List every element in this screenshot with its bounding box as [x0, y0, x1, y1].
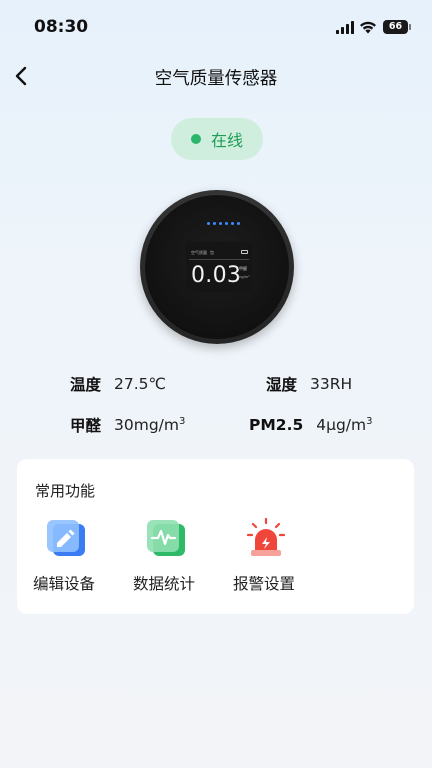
alarm-settings-label: 报警设置 — [233, 575, 296, 593]
data-statistics-button[interactable]: 数据统计 — [133, 517, 213, 601]
reading-label: 甲醛 — [70, 417, 102, 435]
device-screen-value: 0.03 — [191, 263, 242, 288]
battery-level: 66 — [383, 20, 408, 34]
reading-value: 4μg/m3 — [316, 416, 373, 434]
online-status-label: 在线 — [210, 131, 243, 150]
status-bar: 08:30 66 — [0, 0, 432, 52]
reading-value: 27.5℃ — [114, 375, 166, 393]
online-status-badge: 在线 — [171, 118, 263, 160]
alarm-settings-button[interactable]: 报警设置 — [233, 517, 313, 601]
edit-device-button[interactable]: 编辑设备 — [33, 517, 113, 601]
reading-value: 33RH — [310, 375, 353, 393]
device-face: 空气质量 包 0.03 甲醛 mg/m³ — [145, 195, 289, 339]
reading-label: 湿度 — [266, 376, 298, 394]
device-indicator-leds — [207, 222, 240, 225]
reading-temperature: 温度 27.5℃ — [70, 372, 166, 396]
reading-value: 30mg/m3 — [114, 416, 186, 434]
reading-label: PM2.5 — [249, 416, 304, 434]
device-screen-divider — [189, 259, 249, 260]
common-functions-card: 常用功能 编辑设备 数据统计 报警设置 — [17, 459, 414, 614]
status-dot-icon — [190, 134, 201, 144]
status-time: 08:30 — [34, 17, 89, 37]
battery-tip — [409, 24, 411, 30]
data-statistics-label: 数据统计 — [133, 575, 196, 593]
data-statistics-icon — [147, 520, 185, 556]
battery-indicator: 66 — [383, 20, 411, 34]
reading-label: 温度 — [70, 376, 102, 394]
edit-device-icon — [47, 520, 85, 556]
cellular-signal-icon — [336, 21, 354, 34]
reading-humidity: 湿度 33RH — [266, 372, 352, 396]
common-functions-title: 常用功能 — [35, 482, 96, 500]
device-screen-battery-icon — [241, 250, 248, 254]
device-screen-unit-label: 甲醛 — [239, 266, 247, 271]
nav-bar: 空气质量传感器 — [0, 52, 432, 100]
device-screen: 空气质量 包 0.03 甲醛 mg/m³ — [186, 242, 252, 292]
sensor-device-image: 空气质量 包 0.03 甲醛 mg/m³ — [140, 190, 294, 344]
page-title: 空气质量传感器 — [154, 69, 278, 89]
reading-formaldehyde: 甲醛 30mg/m3 — [70, 413, 185, 437]
device-screen-header: 空气质量 — [191, 250, 207, 255]
edit-device-label: 编辑设备 — [33, 575, 96, 593]
reading-pm25: PM2.5 4μg/m3 — [249, 413, 373, 437]
device-screen-header-mid: 包 — [210, 250, 214, 255]
device-screen-unit: mg/m³ — [238, 275, 250, 279]
alarm-settings-icon — [246, 517, 286, 556]
wifi-icon — [360, 21, 376, 34]
